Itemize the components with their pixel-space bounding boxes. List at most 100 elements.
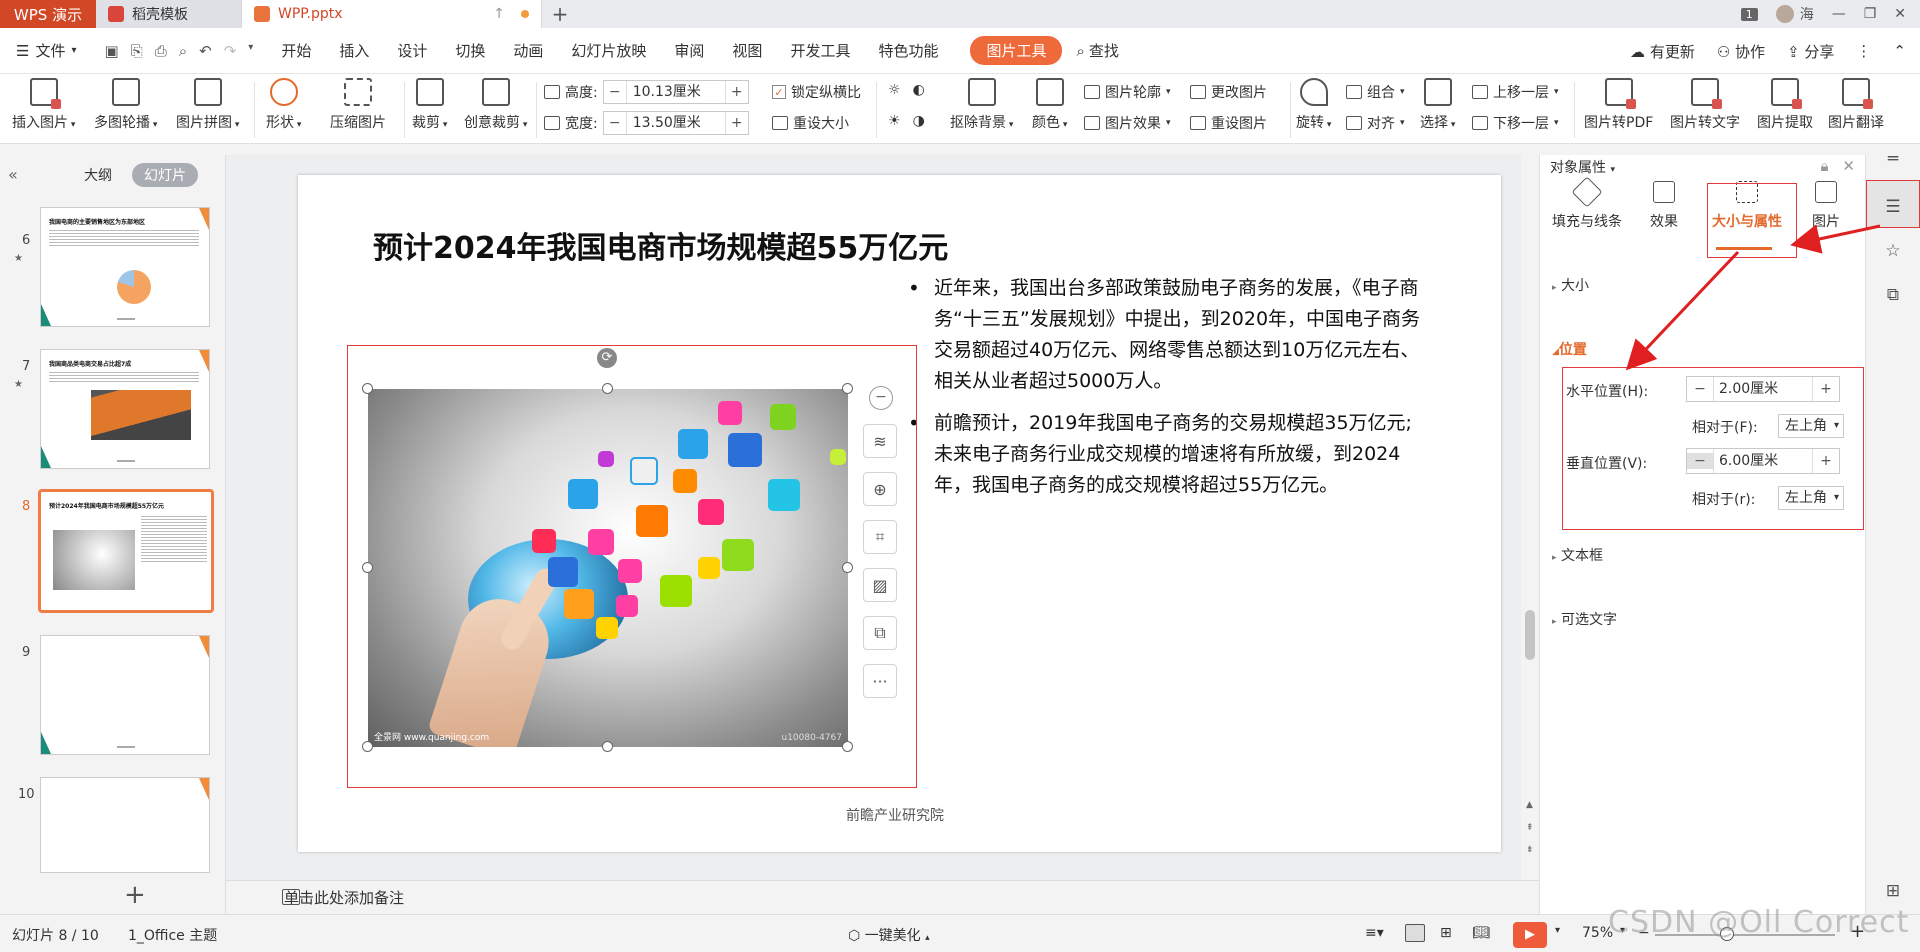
minimize-icon[interactable]: — (1832, 6, 1846, 22)
notes-toggle-icon[interactable]: ≡▾ (1365, 925, 1384, 941)
slide-body-text[interactable]: 近年来，我国出台多部政策鼓励电子商务的发展，《电子商务“十三五”发展规划》中提出… (908, 273, 1428, 512)
play-slideshow-button[interactable]: ▶ (1513, 922, 1547, 948)
slide-title[interactable]: 预计2024年我国电商市场规模超55万亿元 (373, 223, 948, 267)
tab-home[interactable]: 开始 (267, 40, 325, 61)
insert-picture-button[interactable]: 插入图片 (12, 78, 75, 132)
crop-icon[interactable]: ⌗ (863, 520, 897, 554)
width-increase-button[interactable]: + (726, 115, 748, 131)
carousel-button[interactable]: 多图轮播 (94, 78, 157, 132)
rotate-button[interactable]: 旋转 (1296, 78, 1331, 132)
picture-to-text-button[interactable]: 图片转文字 (1670, 78, 1740, 132)
picture-to-pdf-button[interactable]: 图片转PDF (1584, 78, 1653, 132)
add-slide-button[interactable]: + (124, 880, 146, 910)
slide-thumbnail[interactable]: 我国电商的主要销售地区为东部地区 (40, 207, 210, 327)
collapse-toolbar-icon[interactable]: − (869, 386, 893, 410)
slide-thumbnail[interactable]: 我国商品类电商交易占比超7成 (40, 349, 210, 469)
align-button[interactable]: 对齐 ▾ (1346, 113, 1405, 133)
file-menu-button[interactable]: ☰ 文件 ▾ (0, 40, 91, 61)
picture-effect-button[interactable]: 图片效果 ▾ (1084, 113, 1171, 133)
tab-picture-tools[interactable]: 图片工具 (970, 36, 1063, 65)
picture-extract-button[interactable]: 图片提取 (1757, 78, 1813, 132)
selected-picture[interactable]: 全景网 www.quanjing.com u10080-4767 (368, 389, 848, 747)
h-pos-input[interactable]: 2.00厘米 (1713, 377, 1813, 401)
collage-button[interactable]: 图片拼图 (176, 78, 239, 132)
slide-thumbnail[interactable] (40, 777, 210, 873)
prev-slide-icon[interactable]: ⇞ (1526, 823, 1534, 833)
apps-grid-icon[interactable]: ⊞ (1878, 877, 1908, 905)
restore-icon[interactable]: ❐ (1864, 6, 1877, 22)
redo-icon[interactable]: ↷ (224, 42, 237, 60)
scroll-up-icon[interactable]: ▲ (1526, 800, 1533, 810)
bring-forward-button[interactable]: 上移一层 ▾ (1472, 82, 1559, 102)
picture-outline-button[interactable]: 图片轮廓 ▾ (1084, 82, 1171, 102)
height-input[interactable]: 10.13厘米 (625, 81, 726, 103)
search-button[interactable]: ⌕ 查找 (1062, 40, 1132, 61)
one-click-beautify-button[interactable]: ⬡ 一键美化 ▴ (848, 925, 930, 945)
resize-handle-w[interactable] (362, 562, 373, 573)
color-button[interactable]: 颜色 (1032, 78, 1067, 132)
share-button[interactable]: ⇪ 分享 (1787, 41, 1834, 62)
v-pos-stepper[interactable]: − 6.00厘米 + (1686, 448, 1840, 474)
h-pos-stepper[interactable]: − 2.00厘米 + (1686, 376, 1840, 402)
close-icon[interactable]: ✕ (1842, 157, 1855, 175)
h-rel-select[interactable]: 左上角 (1778, 414, 1844, 438)
canvas-scrollbar[interactable]: ▲ ⇞ ⇟ (1521, 155, 1539, 880)
v-pos-decrease-button[interactable]: − (1687, 453, 1713, 469)
width-stepper[interactable]: − 13.50厘米 + (602, 111, 749, 135)
save-icon[interactable]: ▣ (105, 42, 119, 60)
picture-translate-button[interactable]: 图片翻译 (1828, 78, 1884, 132)
tab-outline[interactable]: 大纲 (72, 163, 124, 187)
lock-icon[interactable]: 🔒︎ (1820, 157, 1828, 175)
slide-counter[interactable]: 幻灯片 8 / 10 (12, 925, 99, 945)
section-alt-text[interactable]: ▸ 可选文字 (1552, 609, 1617, 629)
tab-animations[interactable]: 动画 (499, 40, 557, 61)
collaborate-button[interactable]: ⚇ 协作 (1717, 41, 1765, 62)
customize-icon[interactable]: ▾ (248, 42, 253, 60)
compress-picture-button[interactable]: 压缩图片 (330, 78, 386, 132)
resize-handle-sw[interactable] (362, 741, 373, 752)
tab-insert[interactable]: 插入 (325, 40, 383, 61)
tab-features[interactable]: 特色功能 (864, 40, 952, 61)
slide-sorter-icon[interactable]: ⊞ (1440, 925, 1452, 941)
resize-handle-ne[interactable] (842, 383, 853, 394)
height-increase-button[interactable]: + (726, 84, 748, 100)
tab-transitions[interactable]: 切换 (441, 40, 499, 61)
height-stepper[interactable]: − 10.13厘米 + (602, 80, 749, 104)
picture-adjust-icon[interactable]: ▨ (863, 568, 897, 602)
h-pos-increase-button[interactable]: + (1813, 381, 1839, 397)
slide-thumbnail[interactable] (40, 635, 210, 755)
more-icon[interactable]: ⋮ (1856, 42, 1871, 60)
remove-background-button[interactable]: 抠除背景 (950, 78, 1013, 132)
resize-handle-se[interactable] (842, 741, 853, 752)
v-rel-select[interactable]: 左上角 (1778, 486, 1844, 510)
tab-design[interactable]: 设计 (383, 40, 441, 61)
v-pos-input[interactable]: 6.00厘米 (1713, 449, 1813, 473)
scrollbar-thumb[interactable] (1525, 610, 1535, 660)
user-account[interactable]: 海 (1775, 4, 1814, 24)
tab-view[interactable]: 视图 (718, 40, 776, 61)
new-tab-button[interactable]: + (542, 0, 578, 28)
resize-handle-nw[interactable] (362, 383, 373, 394)
play-options-icon[interactable]: ▾ (1555, 925, 1560, 936)
window-count-badge[interactable]: 1 (1740, 7, 1758, 21)
contrast-down-icon[interactable]: ◑ (913, 113, 925, 129)
rail-handle-icon[interactable]: ═ (1878, 145, 1908, 173)
zoom-in-icon[interactable]: ⊕ (863, 472, 897, 506)
notes-bar[interactable]: 单击此处添加备注 (226, 880, 1539, 914)
picture-to-text-icon[interactable]: ⧉ (863, 616, 897, 650)
theme-name[interactable]: 1_Office 主题 (128, 925, 217, 945)
reading-view-icon[interactable]: 📖︎ (1472, 925, 1490, 941)
slide-canvas[interactable]: 预计2024年我国电商市场规模超55万亿元 近年来，我国出台多部政策鼓励电子商务… (298, 175, 1501, 852)
lock-ratio-checkbox[interactable]: ✓ 锁定纵横比 (772, 82, 861, 102)
tab-effects[interactable]: 效果 (1650, 181, 1678, 231)
crop-button[interactable]: 裁剪 (412, 78, 447, 132)
creative-crop-button[interactable]: 创意裁剪 (464, 78, 527, 132)
update-button[interactable]: ☁ 有更新 (1630, 41, 1695, 62)
contrast-up-icon[interactable]: ◐ (913, 82, 925, 98)
tab-slides[interactable]: 幻灯片 (132, 163, 198, 187)
tab-fill-line[interactable]: 填充与线条 (1552, 176, 1622, 231)
section-textbox[interactable]: ▸ 文本框 (1552, 545, 1603, 565)
reset-picture-button[interactable]: 重设图片 (1190, 113, 1267, 133)
group-button[interactable]: 组合 ▾ (1346, 82, 1405, 102)
collapse-ribbon-icon[interactable]: ⌃ (1893, 42, 1906, 60)
